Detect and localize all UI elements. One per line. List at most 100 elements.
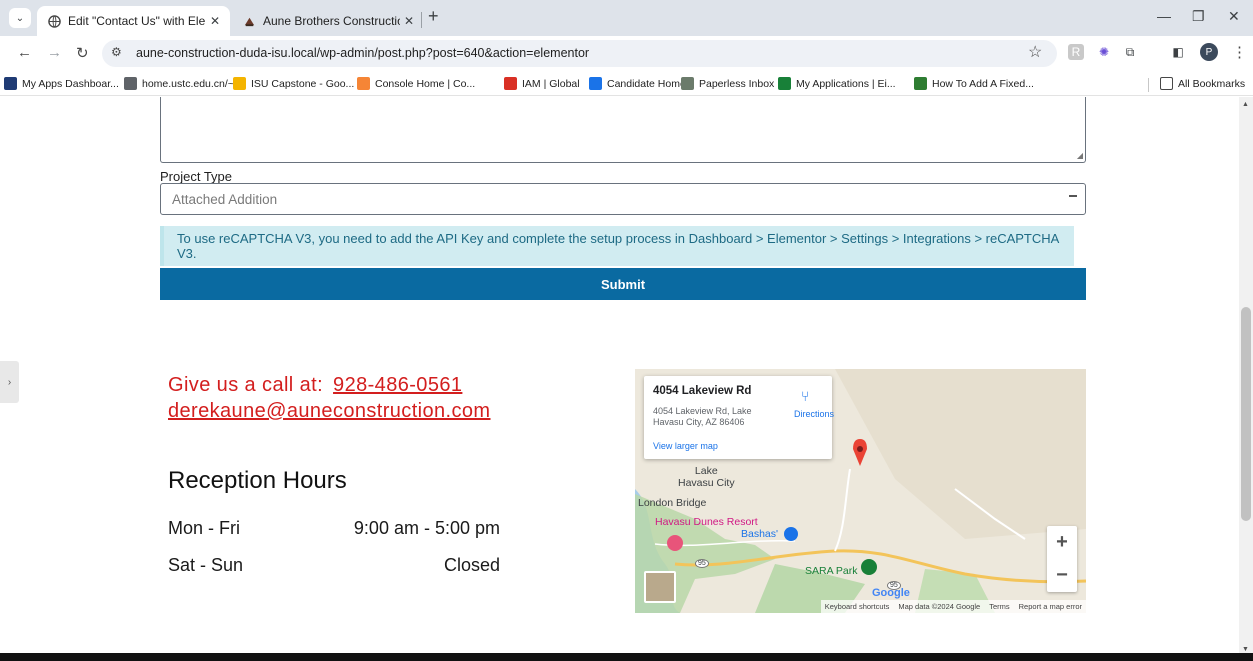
map-label-bashas: Bashas' <box>741 528 779 540</box>
minimize-button[interactable]: — <box>1157 8 1171 24</box>
keyboard-shortcuts-link[interactable]: Keyboard shortcuts <box>825 602 890 611</box>
bookmark-star-icon[interactable]: ☆ <box>1028 42 1042 62</box>
bookmark-favicon-icon <box>589 77 602 90</box>
bookmark-favicon-icon <box>504 77 517 90</box>
report-error-link[interactable]: Report a map error <box>1019 602 1082 611</box>
bookmark-item[interactable]: Candidate Home <box>589 77 686 90</box>
reload-button[interactable]: ↻ <box>76 44 89 62</box>
directions-link[interactable]: Directions <box>794 409 834 419</box>
bookmark-label: home.ustc.edu.cn/~... <box>142 77 243 90</box>
scroll-thumb[interactable] <box>1241 307 1251 521</box>
bookmark-item[interactable]: Paperless Inbox <box>681 77 774 90</box>
resize-grip-icon[interactable]: ◢ <box>1077 151 1083 160</box>
bookmark-favicon-icon <box>233 77 246 90</box>
call-line: Give us a call at: 928-486-0561 <box>168 374 462 397</box>
tab-aune-brothers[interactable]: Aune Brothers Construction ✕ <box>232 6 424 36</box>
google-map-embed[interactable]: Lake Havasu City London Bridge Havasu Du… <box>635 369 1086 613</box>
reception-hours-title: Reception Hours <box>168 467 347 494</box>
chevron-right-icon: › <box>7 376 12 388</box>
extension-gear-icon[interactable]: ✺ <box>1096 44 1112 60</box>
recaptcha-notice-text: To use reCAPTCHA V3, you need to add the… <box>177 231 1059 261</box>
hours-row: Mon - Fri 9:00 am - 5:00 pm <box>168 518 500 539</box>
profile-avatar[interactable]: P <box>1200 43 1218 61</box>
hours-row: Sat - Sun Closed <box>168 555 500 576</box>
browser-menu-icon[interactable]: ⋮ <box>1232 43 1247 61</box>
terms-link[interactable]: Terms <box>989 602 1009 611</box>
place-name: 4054 Lakeview Rd <box>653 385 752 397</box>
call-prefix: Give us a call at: <box>168 374 324 396</box>
map-label-sara-park: SARA Park <box>805 565 858 577</box>
bookmark-label: ISU Capstone - Goo... <box>251 77 355 90</box>
bookmark-favicon-icon <box>124 77 137 90</box>
submit-button[interactable]: Submit <box>160 268 1086 300</box>
map-footer: Keyboard shortcuts Map data ©2024 Google… <box>820 600 1086 613</box>
bookmark-label: How To Add A Fixed... <box>932 77 1034 90</box>
side-panel-icon[interactable]: ◧ <box>1170 44 1186 60</box>
route-95-shield: 95 <box>695 559 709 568</box>
tab-edit-contact-us[interactable]: Edit "Contact Us" with Elementor ✕ <box>37 6 230 36</box>
bookmark-label: Candidate Home <box>607 77 686 90</box>
hours-days: Sat - Sun <box>168 555 244 575</box>
new-tab-button[interactable]: + <box>428 6 439 27</box>
tab-separator <box>421 12 422 28</box>
bookmark-item[interactable]: My Applications | Ei... <box>778 77 896 90</box>
bookmark-label: My Applications | Ei... <box>796 77 896 90</box>
hours-time: Closed <box>443 555 500 575</box>
close-icon[interactable]: ✕ <box>400 14 418 28</box>
site-info-icon[interactable]: ⚙ <box>111 45 122 59</box>
site-favicon-icon <box>242 14 256 28</box>
zoom-out-button[interactable]: − <box>1047 559 1077 592</box>
place-info-card: 4054 Lakeview Rd 4054 Lakeview Rd, Lake … <box>644 376 834 459</box>
bookmark-item[interactable]: IAM | Global <box>504 77 580 90</box>
extension-r-icon[interactable]: R <box>1068 44 1084 60</box>
scroll-down-icon[interactable]: ▼ <box>1242 646 1249 653</box>
close-icon[interactable]: ✕ <box>206 14 224 28</box>
bookmark-favicon-icon <box>681 77 694 90</box>
google-logo: Google <box>872 587 910 599</box>
bookmark-item[interactable]: Console Home | Co... <box>357 77 475 90</box>
bookmark-item[interactable]: How To Add A Fixed... <box>914 77 1034 90</box>
all-bookmarks-folder[interactable]: All Bookmarks <box>1160 77 1245 90</box>
back-button[interactable]: ← <box>17 44 32 61</box>
directions-icon[interactable]: ⑂ <box>801 388 809 404</box>
bookmark-item[interactable]: ISU Capstone - Goo... <box>233 77 354 90</box>
bookmark-favicon-icon <box>357 77 370 90</box>
scroll-up-icon[interactable]: ▲ <box>1242 101 1249 108</box>
bookmark-item[interactable]: My Apps Dashboar... <box>4 77 119 90</box>
bookmark-favicon-icon <box>4 77 17 90</box>
message-textarea[interactable]: ◢ <box>160 97 1086 163</box>
extensions-puzzle-icon[interactable]: ⧉ <box>1122 44 1138 60</box>
close-window-button[interactable]: ✕ <box>1228 8 1240 25</box>
page-scrollbar[interactable]: ▲ ▼ <box>1239 97 1253 653</box>
tab-search-button[interactable]: ⌄ <box>9 8 31 28</box>
caret-down-icon <box>1069 195 1077 197</box>
tab-title: Edit "Contact Us" with Elementor <box>68 14 206 28</box>
project-type-select[interactable]: Attached Addition <box>160 183 1086 215</box>
map-zoom-controls: + − <box>1047 526 1077 592</box>
bookmark-label: Paperless Inbox <box>699 77 775 90</box>
panel-toggle-button[interactable]: › <box>0 361 19 403</box>
all-bookmarks-label: All Bookmarks <box>1178 77 1246 90</box>
restore-button[interactable]: ❐ <box>1192 8 1205 25</box>
project-type-value: Attached Addition <box>172 191 278 207</box>
bottom-bar <box>0 653 1253 661</box>
page-content: ◢ Project Type Attached Addition To use … <box>0 97 1239 653</box>
bookmark-label: Console Home | Co... <box>375 77 476 90</box>
folder-icon <box>1160 77 1173 90</box>
url-text[interactable]: aune-construction-duda-isu.local/wp-admi… <box>136 46 589 60</box>
hours-time: 9:00 am - 5:00 pm <box>353 518 500 538</box>
satellite-toggle[interactable] <box>644 571 676 603</box>
globe-icon <box>47 14 61 28</box>
tab-title: Aune Brothers Construction <box>263 14 400 28</box>
bookmark-favicon-icon <box>914 77 927 90</box>
forward-button[interactable]: → <box>47 44 62 61</box>
bookmarks-separator <box>1148 78 1149 92</box>
map-data-attribution: Map data ©2024 Google <box>898 602 981 611</box>
chevron-down-icon: ⌄ <box>15 12 25 24</box>
view-larger-map-link[interactable]: View larger map <box>653 441 718 451</box>
bookmark-item[interactable]: home.ustc.edu.cn/~... <box>124 77 243 90</box>
zoom-in-button[interactable]: + <box>1047 526 1077 559</box>
phone-link[interactable]: 928-486-0561 <box>333 374 462 396</box>
map-label-resort: Havasu Dunes Resort <box>655 516 758 528</box>
email-link[interactable]: derekaune@auneconstruction.com <box>168 400 491 423</box>
